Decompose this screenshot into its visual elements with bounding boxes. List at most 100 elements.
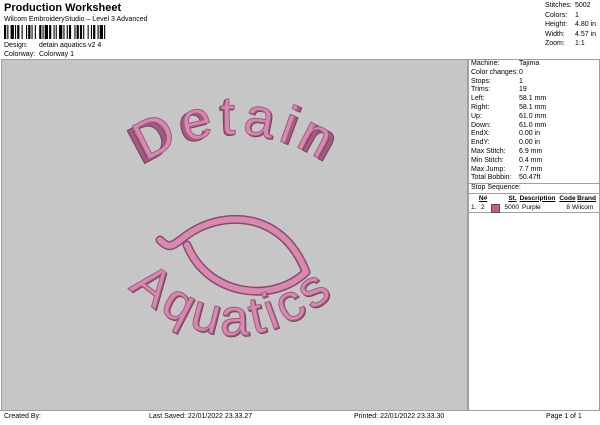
design-preview: Detain Detain Aquatics Aquatics	[1, 59, 468, 411]
row-st: 5000	[504, 203, 519, 211]
machine-info-key: Left:	[471, 95, 485, 103]
barcode-bar	[26, 25, 28, 39]
page-title: Production Worksheet	[4, 2, 122, 14]
stop-sequence-label: Stop Sequence:	[469, 183, 599, 194]
barcode-bar	[4, 25, 7, 39]
embroidery-artwork: Detain Detain Aquatics Aquatics	[118, 85, 348, 349]
row-description: Purple	[522, 203, 541, 211]
machine-info-value: 61.0 mm	[519, 121, 547, 129]
color-swatch	[491, 203, 500, 213]
barcode-bar	[66, 25, 68, 39]
machine-info-value: 7.7 mm	[519, 165, 543, 173]
artwork-bottom-text-fill: Aquatics	[121, 252, 344, 347]
barcode-bar	[74, 25, 76, 39]
colorway-label: Colorway:	[4, 51, 36, 58]
stats-value: 4.57 in	[575, 30, 597, 38]
page-number: Page 1 of 1	[546, 413, 582, 420]
machine-info-row: Trims: 19	[469, 86, 599, 95]
machine-info-row: Color changes: 0	[469, 69, 599, 78]
design-value: detain aquatics v2 4	[39, 42, 102, 49]
machine-info-row: Total Bobbin: 50.47ft	[469, 174, 599, 183]
barcode-bar	[39, 25, 42, 39]
barcode-bar	[99, 25, 103, 39]
col-st: St.	[508, 194, 517, 202]
stats-value: 1	[575, 11, 579, 19]
artwork-top-text-fill: Detain	[123, 86, 348, 173]
stats-box: Stitches: 5002 Colors: 1 Height: 4.80 in Wi…	[545, 2, 596, 50]
barcode-bar	[44, 25, 48, 39]
barcode-bar	[53, 25, 55, 39]
stats-value: 1:1	[575, 40, 585, 47]
col-code: Code	[559, 194, 576, 202]
printed-date: Printed: 22/01/2022 23.33.30	[354, 413, 445, 420]
barcode-bar	[17, 25, 20, 39]
machine-info-key: Trims:	[471, 86, 491, 94]
machine-info-key: Machine:	[471, 60, 500, 67]
machine-info-row: EndX: 0.00 in	[469, 130, 599, 139]
machine-info-key: Max Jump:	[471, 165, 506, 173]
created-by: Created By:	[4, 413, 41, 420]
machine-info-value: 0.4 mm	[519, 156, 543, 164]
barcode-bar	[93, 25, 96, 39]
barcode-bar	[104, 25, 106, 39]
machine-info-key: Min Stitch:	[471, 156, 504, 164]
machine-info-row: Max Stitch: 6.9 mm	[469, 148, 599, 157]
stats-key: Colors:	[545, 11, 568, 19]
stats-key: Width:	[545, 30, 565, 38]
machine-info-value: 0	[519, 68, 523, 76]
row-n: 2	[481, 203, 485, 211]
machine-info-key: Total Bobbin:	[471, 174, 512, 182]
barcode-bar	[63, 25, 65, 39]
machine-info-key: Right:	[471, 103, 490, 111]
software-subtitle: Wilcom EmbroideryStudio – Level 3 Advanc…	[4, 16, 148, 23]
barcode-bar	[49, 25, 52, 39]
table-row: 1. 2 5000 Purple 8 Wilcom	[469, 203, 599, 213]
machine-info-row: Min Stitch: 0.4 mm	[469, 157, 599, 166]
col-description: Description	[519, 194, 556, 202]
stop-table-header: N# St. Description Code Brand	[469, 194, 599, 203]
machine-info-value: 1	[519, 77, 523, 85]
stats-value: 4.80 in	[575, 21, 597, 28]
row-code: 8	[566, 203, 570, 211]
machine-info-value: 61.0 mm	[519, 112, 547, 120]
footer: Created By: Last Saved: 22/01/2022 23.33…	[0, 410, 600, 425]
machine-info-value: 50.47ft	[519, 174, 541, 182]
machine-info-value: 58.1 mm	[519, 95, 547, 103]
machine-info-key: EndX:	[471, 130, 491, 138]
machine-info-value: 0.00 in	[519, 139, 541, 147]
barcode-bar	[31, 25, 33, 39]
row-brand: Wilcom	[572, 203, 594, 211]
machine-info-row: Down: 61.0 mm	[469, 122, 599, 131]
stats-key: Height:	[545, 21, 568, 28]
machine-info-value: 6.9 mm	[519, 147, 543, 155]
barcode-bar	[10, 25, 14, 39]
machine-info-key: Up:	[471, 112, 482, 120]
machine-info-value: Tajima	[519, 60, 540, 67]
stats-row: Stitches: 5002	[545, 2, 596, 12]
colorway-value: Colorway 1	[39, 51, 75, 58]
machine-info-row: Up: 61.0 mm	[469, 113, 599, 122]
machine-info-value: 58.1 mm	[519, 103, 547, 111]
machine-info-row: Left: 58.1 mm	[469, 95, 599, 104]
stats-value: 5002	[575, 2, 591, 9]
barcode-bar	[55, 25, 57, 39]
machine-info-panel: Machine: Tajima Color changes: 0 Stops: 1 Trim…	[468, 59, 600, 411]
barcode-bar	[15, 25, 17, 39]
machine-info-value: 0.00 in	[519, 130, 541, 138]
stats-key: Zoom:	[545, 40, 565, 47]
barcode-bar	[59, 25, 63, 39]
machine-info-row: Right: 58.1 mm	[469, 104, 599, 113]
stats-row: Zoom: 1:1	[545, 40, 596, 50]
barcode-bar	[90, 25, 92, 39]
machine-info-row: EndY: 0.00 in	[469, 139, 599, 148]
machine-info-key: Color changes:	[471, 68, 519, 76]
last-saved: Last Saved: 22/01/2022 23.33.27	[149, 413, 253, 420]
barcode-bar	[28, 25, 31, 39]
barcode-bar	[76, 25, 79, 39]
barcode-bar	[87, 25, 89, 39]
barcode-bar	[42, 25, 44, 39]
barcode-bar	[34, 25, 36, 39]
machine-info-row: Stops: 1	[469, 78, 599, 87]
machine-info-row: Max Jump: 7.7 mm	[469, 166, 599, 175]
barcode-bar	[83, 25, 85, 39]
